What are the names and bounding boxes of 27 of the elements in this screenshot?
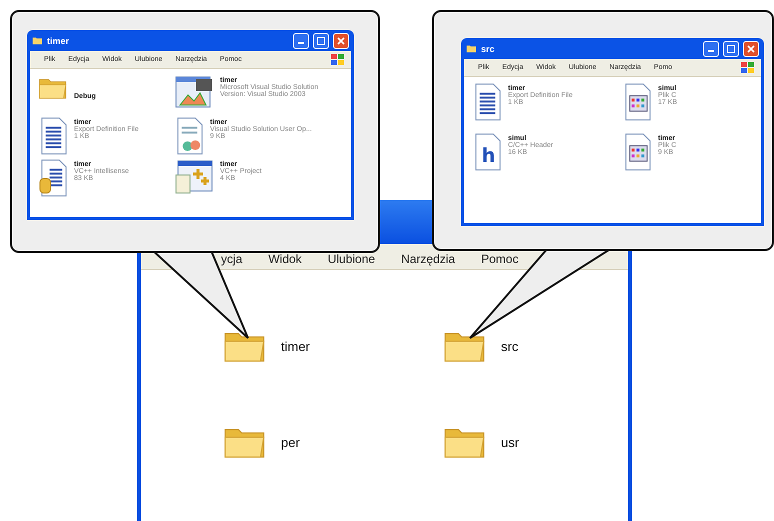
folder-label: timer — [281, 338, 310, 354]
menu-item[interactable]: Ulubione — [328, 252, 376, 266]
menu-item[interactable]: Widok — [268, 252, 302, 266]
window-title: src — [481, 44, 496, 54]
folder-label: src — [501, 338, 518, 354]
maximize-icon — [727, 44, 735, 52]
menu-item[interactable]: Pomoc — [481, 252, 518, 266]
project-window-icon — [174, 159, 214, 195]
folder-icon — [466, 44, 477, 53]
window-title: timer — [47, 36, 70, 46]
close-button[interactable] — [333, 32, 349, 48]
flag-logo-icon — [741, 62, 755, 74]
menu-item[interactable]: ycja — [221, 252, 242, 266]
folder-label: usr — [501, 434, 520, 450]
folder-icon — [32, 36, 43, 45]
document-database-icon — [38, 159, 68, 197]
flag-logo-icon — [331, 54, 345, 66]
maximize-button[interactable] — [723, 40, 739, 56]
maximize-button[interactable] — [313, 32, 329, 48]
maximize-icon — [317, 36, 325, 44]
close-button[interactable] — [743, 40, 759, 56]
menu-item[interactable]: Narzędzia — [401, 252, 456, 266]
minimize-button[interactable] — [293, 32, 309, 48]
folder-label: per — [281, 434, 300, 450]
minimize-button[interactable] — [703, 40, 719, 56]
close-icon — [747, 44, 755, 52]
close-icon — [337, 36, 345, 44]
